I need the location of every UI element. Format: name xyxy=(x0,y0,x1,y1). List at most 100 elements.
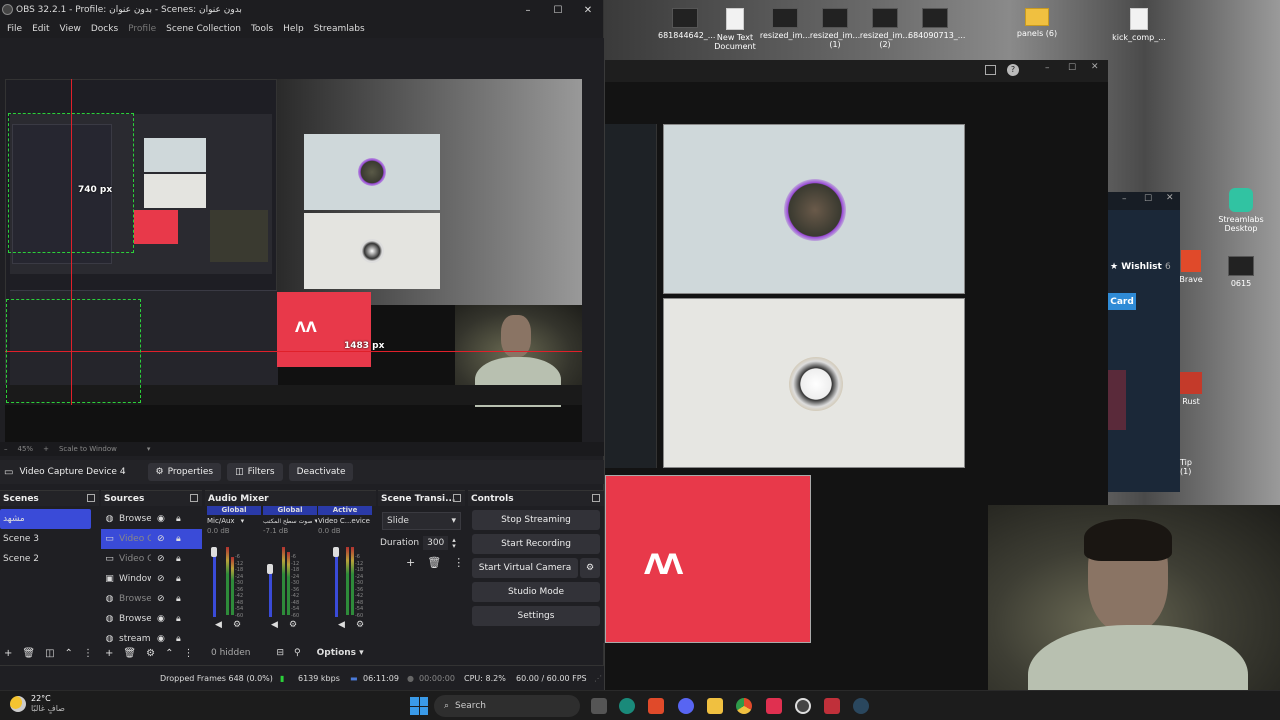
menu-docks[interactable]: Docks xyxy=(86,24,123,34)
chevron-up-icon[interactable]: ⌃ xyxy=(65,648,73,659)
popout-icon[interactable] xyxy=(592,494,600,502)
taskbar-search[interactable]: ⌕ Search xyxy=(434,695,580,717)
zoom-in-icon[interactable]: + xyxy=(43,445,49,453)
edge-icon[interactable] xyxy=(619,698,635,714)
card-button[interactable]: Card xyxy=(1108,293,1136,310)
screen-icon[interactable] xyxy=(985,65,996,75)
desktop-icon-streamlabs[interactable]: Streamlabs Desktop xyxy=(1214,188,1268,233)
desktop-icon-new-text-document[interactable]: New Text Document xyxy=(708,8,762,51)
source-item[interactable]: ▭ Video C ⊘ 🔒︎ xyxy=(101,529,202,549)
gear-icon[interactable]: ⚙ xyxy=(233,620,241,630)
menu-streamlabs[interactable]: Streamlabs xyxy=(309,24,370,34)
fader-knob[interactable] xyxy=(267,564,273,574)
add-icon[interactable]: + xyxy=(4,648,12,659)
eye-off-icon[interactable]: ⊘ xyxy=(157,534,165,544)
chevron-down-icon[interactable]: ▾ xyxy=(147,445,151,453)
menu-file[interactable]: File xyxy=(2,24,27,34)
more-icon[interactable]: ⋮ xyxy=(453,556,464,569)
close-icon[interactable]: ✕ xyxy=(1166,193,1174,203)
eye-off-icon[interactable]: ⊘ xyxy=(157,554,165,564)
scene-item[interactable]: مشهد xyxy=(0,509,91,529)
resize-grip-icon[interactable]: ⋰ xyxy=(594,674,602,683)
trash-icon[interactable]: 🗑︎ xyxy=(123,648,136,659)
fader-knob[interactable] xyxy=(211,547,217,557)
source-item[interactable]: ◍Browser◉🔒︎ xyxy=(101,509,202,529)
task-view-icon[interactable] xyxy=(591,698,607,714)
source-item[interactable]: ▭ Video C ⊘ 🔒︎ xyxy=(101,549,202,569)
desktop-icon-kick-comp[interactable]: kick_comp_... xyxy=(1112,8,1166,42)
popout-icon[interactable] xyxy=(87,494,95,502)
more-icon[interactable]: ⋮ xyxy=(83,648,93,659)
add-icon[interactable]: + xyxy=(406,556,415,569)
speaker-icon[interactable]: ◀︎ xyxy=(338,620,345,630)
layout-icon[interactable]: ⊟ xyxy=(276,648,284,658)
maximize-button[interactable]: ☐ xyxy=(543,0,573,20)
more-icon[interactable]: ⋮ xyxy=(183,648,193,659)
desktop-icon-resized-image[interactable]: resized_im... xyxy=(758,8,812,40)
lock-icon[interactable]: 🔒︎ xyxy=(176,514,181,524)
menu-tools[interactable]: Tools xyxy=(246,24,278,34)
minimize-icon[interactable]: – xyxy=(1045,63,1050,73)
source-item[interactable]: ▣ Window ⊘ 🔒︎ xyxy=(101,569,202,589)
popout-icon[interactable] xyxy=(453,494,461,502)
eye-off-icon[interactable]: ⊘ xyxy=(157,574,165,584)
minimize-button[interactable]: – xyxy=(513,0,543,20)
discord-icon[interactable] xyxy=(678,698,694,714)
eye-icon[interactable]: ◉ xyxy=(157,614,165,624)
transition-select[interactable]: Slide ▾ xyxy=(382,512,461,530)
volume-fader[interactable] xyxy=(213,547,216,617)
menu-view[interactable]: View xyxy=(55,24,86,34)
volume-fader[interactable] xyxy=(335,547,338,617)
speaker-icon[interactable]: ◀︎ xyxy=(271,620,278,630)
trash-icon[interactable]: 🗑︎ xyxy=(22,648,35,659)
properties-button[interactable]: ⚙ Properties xyxy=(147,463,222,481)
channel-name[interactable]: Video C...evice 2 xyxy=(318,515,372,527)
desktop-icon-image-2[interactable]: 684090713_... xyxy=(908,8,965,40)
add-icon[interactable]: + xyxy=(105,648,113,659)
close-icon[interactable]: ✕ xyxy=(1091,62,1099,72)
gear-icon[interactable]: ⚙ xyxy=(356,620,364,630)
channel-name[interactable]: صوت سطح المكتب ▾ xyxy=(263,515,317,527)
menu-help[interactable]: Help xyxy=(278,24,309,34)
filters-button[interactable]: ◫ Filters xyxy=(227,463,283,481)
stop-streaming-button[interactable]: Stop Streaming xyxy=(472,510,600,530)
channel-name[interactable]: Mic/Aux ▾ xyxy=(207,515,261,527)
scene-item[interactable]: Scene 2 xyxy=(0,549,99,569)
eye-icon[interactable]: ◉ xyxy=(157,514,165,524)
mixer-link-icon[interactable]: ⚲ xyxy=(294,648,301,658)
lock-icon[interactable]: 🔒︎ xyxy=(176,554,181,564)
hidden-count[interactable]: 0 hidden xyxy=(211,648,250,658)
trash-icon[interactable]: 🗑︎ xyxy=(427,556,441,569)
weather-widget[interactable]: 22°C صافٍ غالبًا xyxy=(10,694,65,714)
speaker-icon[interactable]: ◀︎ xyxy=(215,620,222,630)
gear-icon[interactable]: ⚙ xyxy=(146,648,155,659)
stepper-icon[interactable]: ▴ ▾ xyxy=(452,537,456,550)
gear-icon[interactable]: ⚙ xyxy=(289,620,297,630)
desktop-icon-0615[interactable]: 0615 xyxy=(1214,256,1268,288)
help-icon[interactable]: ? xyxy=(1007,64,1019,76)
lock-icon[interactable]: 🔒︎ xyxy=(176,594,181,604)
chevron-up-icon[interactable]: ⌃ xyxy=(165,648,173,659)
zoom-out-icon[interactable]: – xyxy=(4,445,8,453)
steam-icon[interactable] xyxy=(853,698,869,714)
popout-icon[interactable] xyxy=(190,494,198,502)
obs-icon[interactable] xyxy=(795,698,811,714)
maximize-icon[interactable]: ☐ xyxy=(1144,194,1152,204)
start-virtual-camera-button[interactable]: Start Virtual Camera xyxy=(472,558,578,578)
streamlabs-taskbar-icon[interactable] xyxy=(824,698,840,714)
lock-icon[interactable]: 🔒︎ xyxy=(176,614,181,624)
brave-icon[interactable] xyxy=(648,698,664,714)
fader-knob[interactable] xyxy=(333,547,339,557)
duration-input[interactable]: 300 xyxy=(423,536,449,550)
studio-mode-button[interactable]: Studio Mode xyxy=(472,582,600,602)
maximize-icon[interactable]: ☐ xyxy=(1068,63,1076,73)
program-preview[interactable]: ᐱᐱ 740 px 1483 px xyxy=(5,79,582,444)
options-button[interactable]: Options ▾ xyxy=(317,648,364,658)
minimize-icon[interactable]: – xyxy=(1122,194,1127,204)
scene-item[interactable]: Scene 3 xyxy=(0,529,99,549)
lock-icon[interactable]: 🔒︎ xyxy=(176,574,181,584)
tiktok-studio-icon[interactable] xyxy=(766,698,782,714)
source-item[interactable]: ◍Browser◉🔒︎ xyxy=(101,609,202,629)
menu-edit[interactable]: Edit xyxy=(27,24,54,34)
settings-button[interactable]: Settings xyxy=(472,606,600,626)
